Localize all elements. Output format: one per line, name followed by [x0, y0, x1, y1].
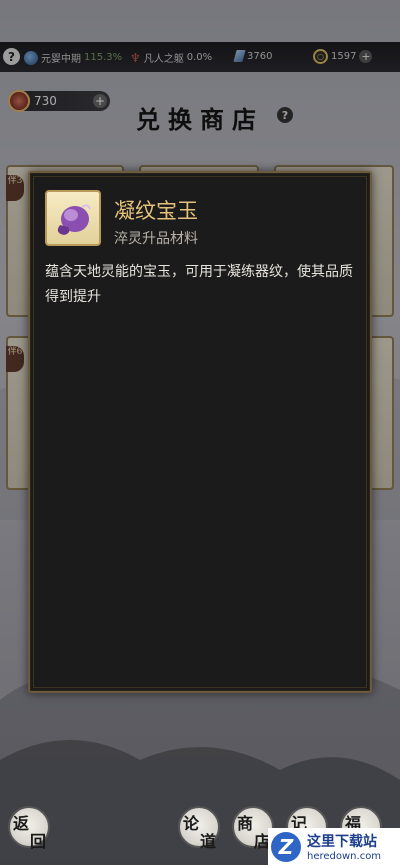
- shop-char-1: 商: [237, 814, 254, 833]
- watermark-cn-text: 这里下载站: [307, 834, 377, 850]
- back-char-2: 回: [30, 832, 47, 851]
- item-type: 淬灵升品材料: [114, 231, 198, 247]
- watermark-logo-icon: Z: [271, 831, 301, 862]
- purple-jade-icon: [45, 190, 101, 246]
- item-description: 蕴含天地灵能的宝玉，可用于凝练器纹，使其品质得到提升: [45, 264, 353, 305]
- tooltip-frame: [33, 176, 367, 688]
- item-name: 凝纹宝玉: [114, 199, 198, 223]
- back-button[interactable]: 返 回: [8, 806, 50, 851]
- watermark-en-text: heredown.com: [307, 851, 382, 862]
- item-tooltip: 凝纹宝玉 淬灵升品材料 蕴含天地灵能的宝玉，可用于凝练器纹，使其品质得到提升: [28, 171, 372, 693]
- discuss-char-2: 道: [200, 832, 217, 851]
- back-char-1: 返: [13, 814, 30, 833]
- site-watermark: Z 这里下载站 heredown.com: [268, 828, 400, 865]
- discuss-dao-button[interactable]: 论 道: [178, 806, 220, 851]
- discuss-char-1: 论: [183, 814, 200, 833]
